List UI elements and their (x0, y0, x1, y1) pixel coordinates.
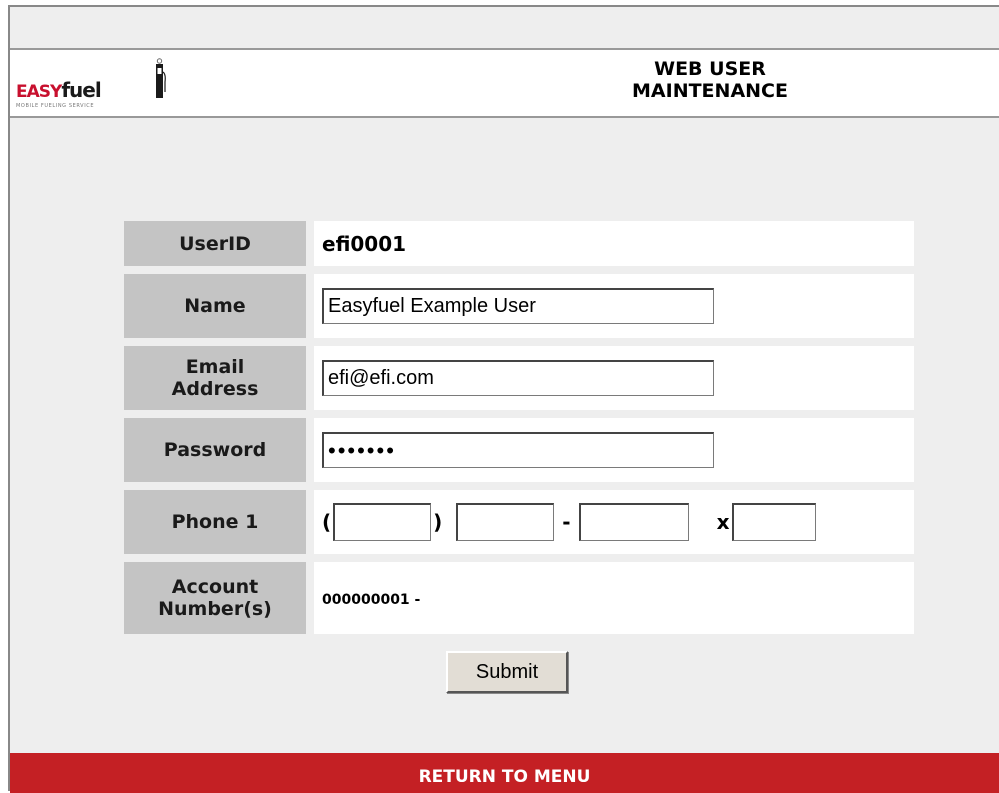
fuel-pump-icon (156, 58, 166, 98)
phone-extension-input[interactable] (731, 503, 816, 541)
email-label-line1: Email (185, 356, 245, 378)
phone-row: Phone 1 ( ) - x (124, 490, 914, 554)
account-cell: 000000001 - (314, 562, 914, 634)
password-row: Password (124, 418, 914, 482)
password-cell (314, 418, 914, 482)
email-label-line2: Address (171, 378, 259, 400)
phone-field-group: ( ) - x (322, 503, 914, 541)
account-numbers-value: 000000001 - (322, 592, 421, 608)
userid-value: efi0001 (322, 231, 407, 256)
account-label-line2: Number(s) (158, 598, 272, 620)
phone-dash: - (562, 510, 571, 534)
phone-area-code-input[interactable] (333, 503, 432, 541)
header-bar: EASYfuel MOBILE FUELING SERVICE WEB USER… (10, 48, 999, 118)
phone-number-input[interactable] (578, 503, 689, 541)
logo-text-fuel: fuel (61, 78, 101, 102)
phone-ext-label: x (716, 510, 730, 534)
logo-wordmark: EASYfuel (16, 78, 102, 102)
page-title-line2: MAINTENANCE (632, 80, 788, 102)
password-label: Password (124, 418, 306, 482)
phone-open-paren: ( (322, 510, 332, 534)
email-label: Email Address (124, 346, 306, 410)
return-menu-bar: RETURN TO MENU (10, 753, 999, 793)
page-title: WEB USER MAINTENANCE (590, 58, 830, 102)
name-label: Name (124, 274, 306, 338)
phone-cell: ( ) - x (314, 490, 914, 554)
logo-tagline: MOBILE FUELING SERVICE (16, 103, 95, 109)
userid-label: UserID (124, 221, 306, 266)
userid-cell: efi0001 (314, 221, 914, 266)
account-label: Account Number(s) (124, 562, 306, 634)
email-input[interactable] (322, 360, 714, 396)
password-input[interactable] (322, 432, 714, 468)
return-to-menu-link[interactable]: RETURN TO MENU (10, 767, 999, 787)
email-cell (314, 346, 914, 410)
name-cell (314, 274, 914, 338)
phone-label: Phone 1 (124, 490, 306, 554)
account-row: Account Number(s) 000000001 - (124, 562, 914, 634)
logo-text-easy: EASY (16, 82, 62, 102)
phone-prefix-input[interactable] (456, 503, 555, 541)
phone-close-paren: ) (433, 510, 443, 534)
name-input[interactable] (322, 288, 714, 324)
user-form-table: UserID efi0001 Name Email Address Passwo… (116, 213, 922, 642)
submit-button[interactable]: Submit (446, 651, 568, 693)
name-row: Name (124, 274, 914, 338)
easyfuel-logo: EASYfuel MOBILE FUELING SERVICE (16, 58, 166, 110)
page-title-line1: WEB USER (654, 58, 766, 80)
account-label-line1: Account (171, 576, 259, 598)
email-row: Email Address (124, 346, 914, 410)
page-frame: EASYfuel MOBILE FUELING SERVICE WEB USER… (8, 5, 999, 793)
userid-row: UserID efi0001 (124, 221, 914, 266)
